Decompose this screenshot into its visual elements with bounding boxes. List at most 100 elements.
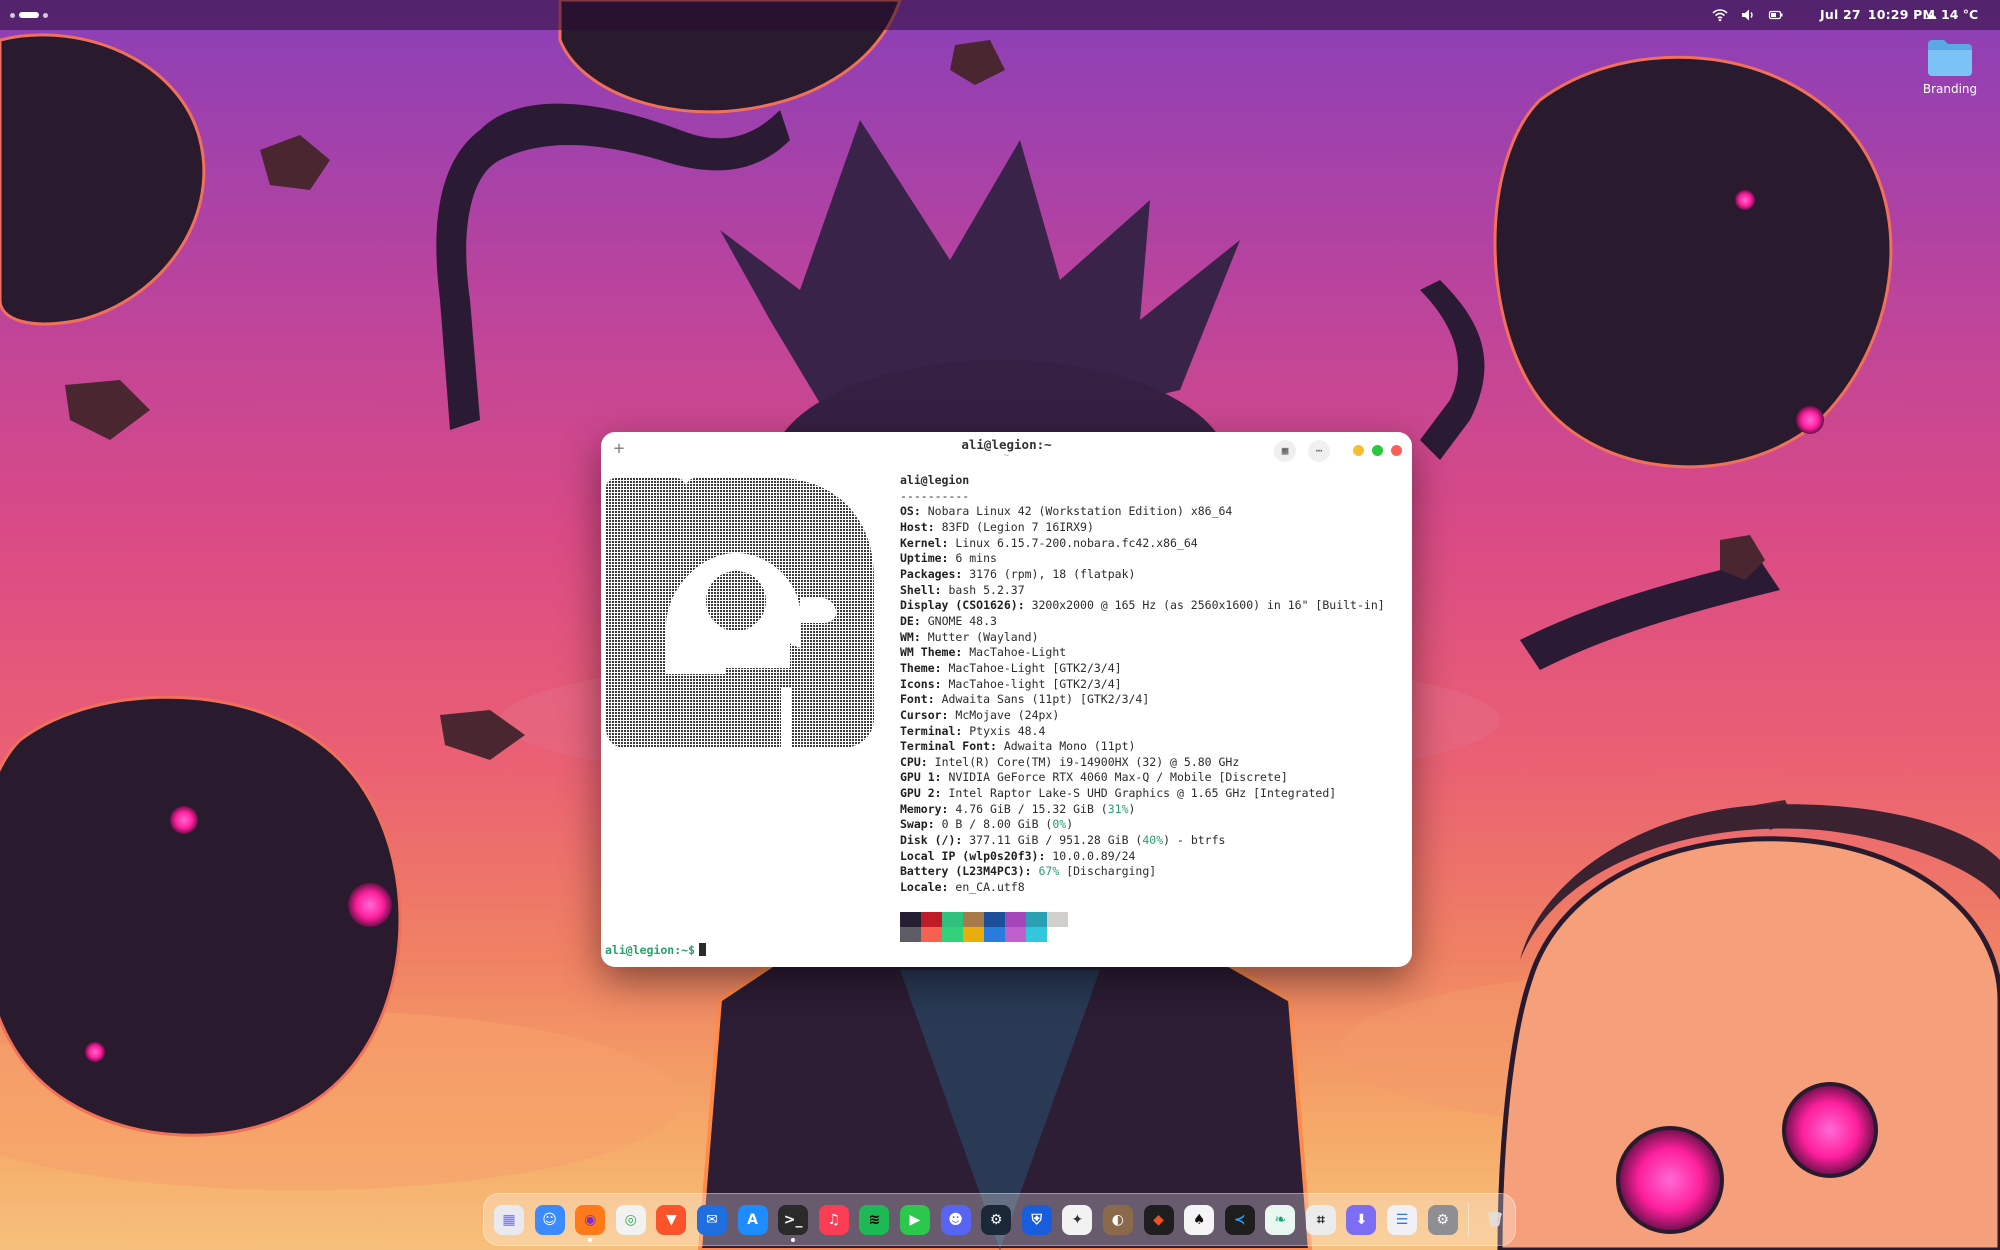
dock-app-books[interactable]: ❧ — [1265, 1204, 1296, 1235]
workspace-dot[interactable] — [43, 12, 48, 18]
info-line: Battery (L23M4PC3): 67% [Discharging] — [900, 864, 1157, 879]
dock-app-spotify[interactable]: ≋ — [859, 1204, 890, 1235]
info-line: GPU 1: NVIDIA GeForce RTX 4060 Max-Q / M… — [900, 770, 1288, 785]
menu-button[interactable]: ⋯ — [1308, 440, 1330, 462]
color-swatch — [1026, 927, 1047, 942]
workspace-active[interactable] — [19, 12, 39, 18]
shell-prompt[interactable]: ali@legion:~$ — [605, 943, 707, 957]
color-swatch — [1026, 912, 1047, 927]
close-button[interactable] — [1391, 445, 1402, 456]
info-line: Theme: MacTahoe-Light [GTK2/3/4] — [900, 660, 1122, 675]
wifi-icon[interactable] — [1712, 7, 1728, 23]
terminal-icon: >_ — [783, 1211, 803, 1228]
thunderbird-icon: ✉ — [706, 1211, 718, 1228]
figma-icon: ◆ — [1153, 1211, 1164, 1228]
clock-date: Jul 27 — [1820, 7, 1861, 22]
dock-app-launchpad[interactable]: ▦ — [494, 1204, 524, 1235]
system-tray[interactable] — [1712, 6, 1784, 24]
app-store-icon: A — [747, 1211, 758, 1228]
dock-app-settings[interactable]: ⚙ — [1427, 1204, 1458, 1235]
dock-app-thunderbird[interactable]: ✉ — [696, 1204, 727, 1235]
info-line: Uptime: 6 mins — [900, 551, 997, 566]
dock-app-settings-panel[interactable]: ☰ — [1387, 1204, 1418, 1235]
trash-icon: 🗑 — [1485, 1211, 1504, 1228]
workspace-dot[interactable] — [10, 12, 15, 18]
facetime-icon: ▶ — [909, 1211, 921, 1228]
dock-app-bitwarden[interactable]: ⛨ — [1021, 1204, 1052, 1235]
prompt-text: ali@legion:~$ — [605, 943, 696, 957]
dock: ▦ ☺ ◉ ◎ ▼ ✉ A >_ ♫ ≋ ▶ ☻ ⚙ ⛨ ✦ ◐ ◆ ♠ ≺ ❧ ⌗ ⬇ ☰ ⚙ 🗑 — [483, 1193, 1516, 1246]
books-icon: ❧ — [1274, 1211, 1287, 1228]
info-line: Cursor: McMojave (24px) — [900, 707, 1060, 722]
dock-app-app-store[interactable]: A — [737, 1204, 768, 1235]
discord-icon: ☻ — [948, 1211, 963, 1228]
battery-icon[interactable] — [1768, 7, 1784, 23]
terminal-titlebar[interactable]: + ali@legion:~ ~ ▦ ⋯ — [601, 432, 1412, 468]
info-line: OS: Nobara Linux 42 (Workstation Edition… — [900, 504, 1233, 519]
dock-app-screenshot[interactable]: ⌗ — [1305, 1204, 1336, 1235]
folder-label: Branding — [1922, 82, 1978, 96]
dock-app-firefox[interactable]: ◉ — [575, 1204, 606, 1242]
info-line: Shell: bash 5.2.37 — [900, 582, 1025, 597]
firefox-icon: ◉ — [584, 1211, 597, 1228]
dock-app-inkscape[interactable]: ♠ — [1184, 1204, 1215, 1235]
minimize-button[interactable] — [1353, 445, 1364, 456]
temperature-label: 14 °C — [1941, 7, 1979, 22]
info-line: Locale: en_CA.utf8 — [900, 880, 1025, 895]
dock-separator — [1468, 1202, 1470, 1237]
color-swatch — [1005, 927, 1026, 942]
dock-app-facetime[interactable]: ▶ — [899, 1204, 930, 1235]
color-swatch — [963, 927, 984, 942]
color-swatch — [1005, 912, 1026, 927]
top-panel: Jul 27 10:29 PM ☁ 14 °C — [0, 0, 2000, 30]
info-line: Swap: 0 B / 8.00 GiB (0%) — [900, 817, 1074, 832]
dock-app-gimp[interactable]: ◐ — [1102, 1204, 1133, 1235]
separator-line: ---------- — [900, 488, 970, 503]
info-line: Kernel: Linux 6.15.7-200.nobara.fc42.x86… — [900, 535, 1198, 550]
info-line: WM Theme: MacTahoe-Light — [900, 645, 1067, 660]
dock-app-vscode[interactable]: ≺ — [1224, 1204, 1255, 1235]
grid-icon[interactable]: ▦ — [1282, 444, 1289, 457]
dock-app-music[interactable]: ♫ — [818, 1204, 849, 1235]
terminal-content[interactable]: + ali@legion:~ ~ ▦ ⋯ ali@legion --------… — [601, 432, 1412, 967]
info-line: Local IP (wlp0s20f3): 10.0.0.89/24 — [900, 848, 1136, 863]
desktop-folder-branding[interactable]: Branding — [1915, 38, 1985, 96]
launchpad-icon: ▦ — [502, 1211, 516, 1228]
dock-app-finder[interactable]: ☺ — [534, 1204, 565, 1235]
more-icon[interactable]: ⋯ — [1316, 444, 1323, 457]
gimp-icon: ◐ — [1111, 1211, 1125, 1228]
dock-app-steam[interactable]: ⚙ — [981, 1204, 1012, 1235]
maximize-button[interactable] — [1372, 445, 1383, 456]
nobara-logo-ascii — [606, 478, 876, 748]
tab-overview-button[interactable]: ▦ — [1274, 440, 1296, 462]
info-line: WM: Mutter (Wayland) — [900, 629, 1039, 644]
user-host: ali@legion — [900, 473, 970, 487]
dock-app-chrome[interactable]: ◎ — [615, 1204, 646, 1235]
folder-icon — [1928, 40, 1972, 76]
color-palette — [900, 912, 1068, 942]
dock-app-discord[interactable]: ☻ — [940, 1204, 971, 1235]
color-swatch — [1047, 912, 1068, 927]
screenshot-icon: ⌗ — [1316, 1211, 1325, 1228]
clock[interactable]: Jul 27 10:29 PM — [1820, 7, 1935, 22]
weather-indicator[interactable]: ☁ 14 °C — [1925, 7, 1978, 22]
dock-app-terminal[interactable]: >_ — [778, 1204, 809, 1242]
color-swatch — [921, 912, 942, 927]
dock-app-brave[interactable]: ▼ — [656, 1204, 687, 1235]
volume-icon[interactable] — [1740, 7, 1756, 23]
dock-app-trash[interactable]: 🗑 — [1480, 1205, 1510, 1235]
fastfetch-output: ali@legion ---------- OS: Nobara Linux 4… — [900, 473, 1385, 896]
dock-app-games[interactable]: ✦ — [1062, 1204, 1093, 1235]
workspace-indicator[interactable] — [10, 11, 48, 19]
info-line: GPU 2: Intel Raptor Lake-S UHD Graphics … — [900, 786, 1337, 801]
info-line: Memory: 4.76 GiB / 15.32 GiB (31%) — [900, 801, 1136, 816]
info-line: Host: 83FD (Legion 7 16IRX9) — [900, 519, 1094, 534]
info-line: Font: Adwaita Sans (11pt) [GTK2/3/4] — [900, 692, 1150, 707]
color-swatch — [921, 927, 942, 942]
text-cursor — [699, 943, 707, 956]
dock-app-figma[interactable]: ◆ — [1143, 1204, 1174, 1235]
terminal-window[interactable]: + ali@legion:~ ~ ▦ ⋯ ali@legion --------… — [601, 432, 1412, 967]
color-swatch — [900, 927, 921, 942]
dock-app-downloader[interactable]: ⬇ — [1346, 1204, 1377, 1235]
color-swatch — [984, 912, 1005, 927]
